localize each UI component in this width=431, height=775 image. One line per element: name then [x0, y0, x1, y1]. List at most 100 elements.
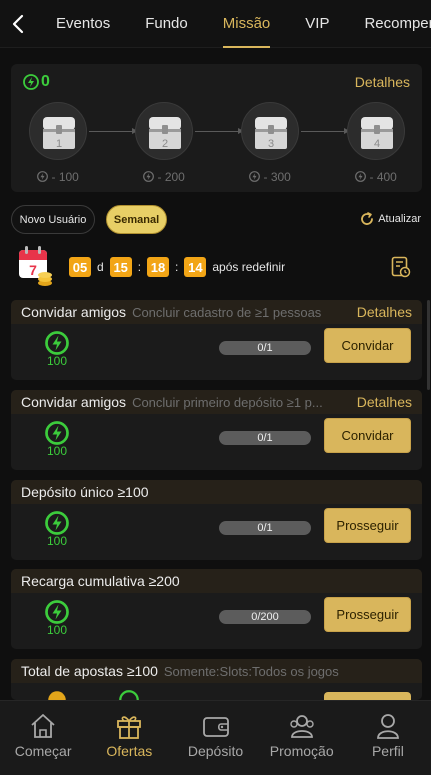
mission-reward: 100 [46, 354, 68, 368]
back-arrow-icon[interactable] [8, 11, 30, 37]
coin-icon [48, 691, 66, 700]
mission-description: Concluir cadastro de ≥1 pessoas [132, 304, 322, 320]
tab-list: Eventos Fundo Missão VIP Recompensa [38, 0, 431, 48]
details-link[interactable]: Detalhes [355, 74, 410, 90]
mission-card: Convidar amigos Concluir cadastro de ≥1 … [11, 300, 422, 380]
mission-progress-bar: 0/200 [219, 610, 311, 624]
chest-2-cost: - 200 [134, 170, 194, 184]
nav-label: Ofertas [106, 743, 153, 759]
nav-label: Promoção [269, 743, 334, 759]
svg-text:4: 4 [374, 138, 380, 150]
calendar-icon: 7 [19, 246, 52, 286]
treasure-chest-icon: 4 [361, 117, 393, 150]
mission-description: Concluir primeiro depósito ≥1 p... [132, 394, 323, 410]
mission-details-link[interactable]: Detalhes [357, 394, 412, 410]
tab-missao[interactable]: Missão [222, 0, 270, 48]
countdown-days: 05 [69, 257, 91, 277]
mission-card: Depósito único ≥100 100 0/1 Prosseguir [11, 480, 422, 560]
mission-progress-bar: 0/1 [219, 431, 311, 445]
countdown-separator: : [175, 260, 179, 274]
proceed-button[interactable]: Prosseguir [324, 597, 411, 632]
svg-text:3: 3 [268, 138, 274, 150]
nav-perfil[interactable]: Perfil [345, 701, 431, 775]
nav-ofertas[interactable]: Ofertas [86, 701, 172, 775]
svg-text:2: 2 [162, 138, 168, 150]
chest-4-cost: - 400 [346, 170, 406, 184]
svg-text:7: 7 [29, 262, 37, 278]
countdown-seconds: 14 [184, 257, 207, 277]
chest-progress-panel: 0 Detalhes 1 2 3 4 - 100 - 200 - 300 - 4… [11, 64, 422, 192]
nav-label: Perfil [371, 743, 404, 759]
progress-connector [89, 128, 138, 134]
lightning-icon [45, 600, 69, 624]
gift-icon [117, 716, 142, 739]
chest-2[interactable]: 2 [135, 102, 193, 160]
mission-title: Convidar amigos [21, 394, 127, 410]
mission-title: Recarga cumulativa ≥200 [21, 573, 180, 589]
filter-weekly[interactable]: Semanal [106, 205, 167, 234]
nav-promocao[interactable]: Promoção [259, 701, 345, 775]
refresh-button[interactable]: Atualizar [359, 211, 421, 227]
people-icon [290, 715, 314, 738]
refresh-icon [361, 212, 374, 225]
mission-card: Total de apostas ≥100 Somente:Slots:Todo… [11, 659, 422, 700]
nav-comecar[interactable]: Começar [0, 701, 86, 775]
lightning-icon [143, 171, 155, 182]
mission-title: Depósito único ≥100 [21, 484, 149, 500]
points-value: 0 [41, 73, 50, 90]
mission-reward: 100 [46, 444, 68, 458]
top-bar: Eventos Fundo Missão VIP Recompensa [0, 0, 431, 48]
nav-label: Depósito [187, 743, 244, 759]
treasure-chest-icon: 1 [43, 117, 75, 150]
reset-countdown: 05 d 15 : 18 : 14 após redefinir [69, 257, 285, 277]
chest-1[interactable]: 1 [29, 102, 87, 160]
lightning-icon [23, 74, 39, 90]
history-icon[interactable] [391, 256, 411, 278]
mission-progress-bar: 0/1 [219, 341, 311, 355]
home-icon [31, 714, 55, 738]
countdown-separator: : [137, 260, 142, 274]
chest-1-cost: - 100 [28, 170, 88, 184]
mission-header: Recarga cumulativa ≥200 [11, 569, 422, 593]
chest-3[interactable]: 3 [241, 102, 299, 160]
user-icon [377, 714, 399, 739]
lightning-icon [37, 171, 49, 182]
lightning-icon [249, 171, 261, 182]
bottom-nav: Começar Ofertas Depósito Promoção Perfil [0, 700, 431, 775]
mission-header: Total de apostas ≥100 Somente:Slots:Todo… [11, 659, 422, 683]
lightning-icon [45, 421, 69, 445]
tab-recompensa[interactable]: Recompensa [364, 0, 431, 48]
mission-header: Depósito único ≥100 [11, 480, 422, 504]
filter-new-user[interactable]: Novo Usuário [11, 205, 95, 234]
tab-vip[interactable]: VIP [305, 0, 329, 48]
mission-reward: 100 [46, 623, 68, 637]
tab-eventos[interactable]: Eventos [56, 0, 110, 48]
invite-button[interactable]: Convidar [324, 418, 411, 453]
mission-title: Total de apostas ≥100 [21, 663, 158, 679]
lightning-icon [45, 511, 69, 535]
mission-card: Convidar amigos Concluir primeiro depósi… [11, 390, 422, 470]
nav-label: Começar [14, 743, 72, 759]
mission-action-button[interactable] [324, 692, 411, 700]
refresh-label: Atualizar [378, 213, 421, 225]
chest-3-cost: - 300 [240, 170, 300, 184]
wallet-icon [202, 717, 229, 737]
proceed-button[interactable]: Prosseguir [324, 508, 411, 543]
chest-4[interactable]: 4 [347, 102, 405, 160]
nav-deposito[interactable]: Depósito [172, 701, 258, 775]
mission-reward: 100 [46, 534, 68, 548]
points-display: 0 [23, 73, 50, 91]
scrollbar[interactable] [427, 300, 430, 390]
lightning-icon [119, 690, 139, 700]
countdown-hours: 15 [109, 257, 132, 277]
progress-connector [195, 128, 244, 134]
countdown-day-unit: d [97, 260, 104, 274]
lightning-icon [45, 331, 69, 355]
mission-title: Convidar amigos [21, 304, 127, 320]
tab-fundo[interactable]: Fundo [145, 0, 188, 48]
svg-text:1: 1 [56, 138, 62, 150]
mission-description: Somente:Slots:Todos os jogos [163, 663, 339, 679]
mission-details-link[interactable]: Detalhes [357, 304, 412, 320]
invite-button[interactable]: Convidar [324, 328, 411, 363]
mission-header: Convidar amigos Concluir cadastro de ≥1 … [11, 300, 422, 324]
